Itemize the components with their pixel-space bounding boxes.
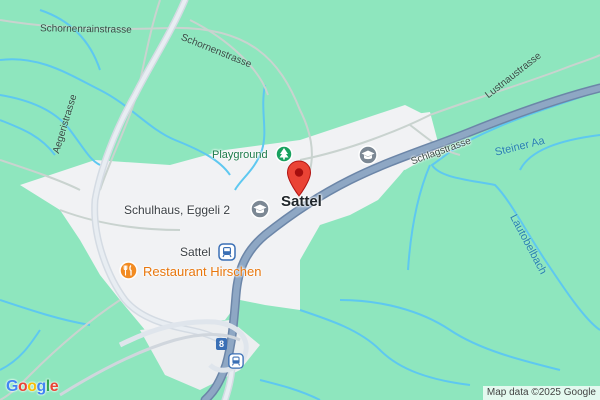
road-shield: 8 (216, 338, 227, 350)
graduation-cap-icon[interactable] (250, 199, 270, 224)
poi-label-station[interactable]: Sattel (180, 246, 211, 258)
street-label-schornenrainstrasse: Schornenrainstrasse (39, 23, 132, 36)
poi-label-playground[interactable]: Playground (212, 150, 268, 161)
poi-label-school[interactable]: Schulhaus, Eggeli 2 (124, 204, 230, 216)
train-icon[interactable] (228, 353, 244, 374)
graduation-cap-icon[interactable] (358, 145, 378, 170)
map-canvas[interactable]: Schornenrainstrasse Schornenstrasse Aege… (0, 0, 600, 400)
poi-label-restaurant[interactable]: Restaurant Hirschen (143, 265, 262, 278)
fork-knife-icon[interactable] (119, 261, 138, 285)
train-icon[interactable] (218, 243, 236, 266)
map-attribution[interactable]: Map data ©2025 Google (482, 386, 600, 400)
google-logo: Google (6, 378, 59, 395)
town-label-sattel: Sattel (281, 193, 322, 210)
